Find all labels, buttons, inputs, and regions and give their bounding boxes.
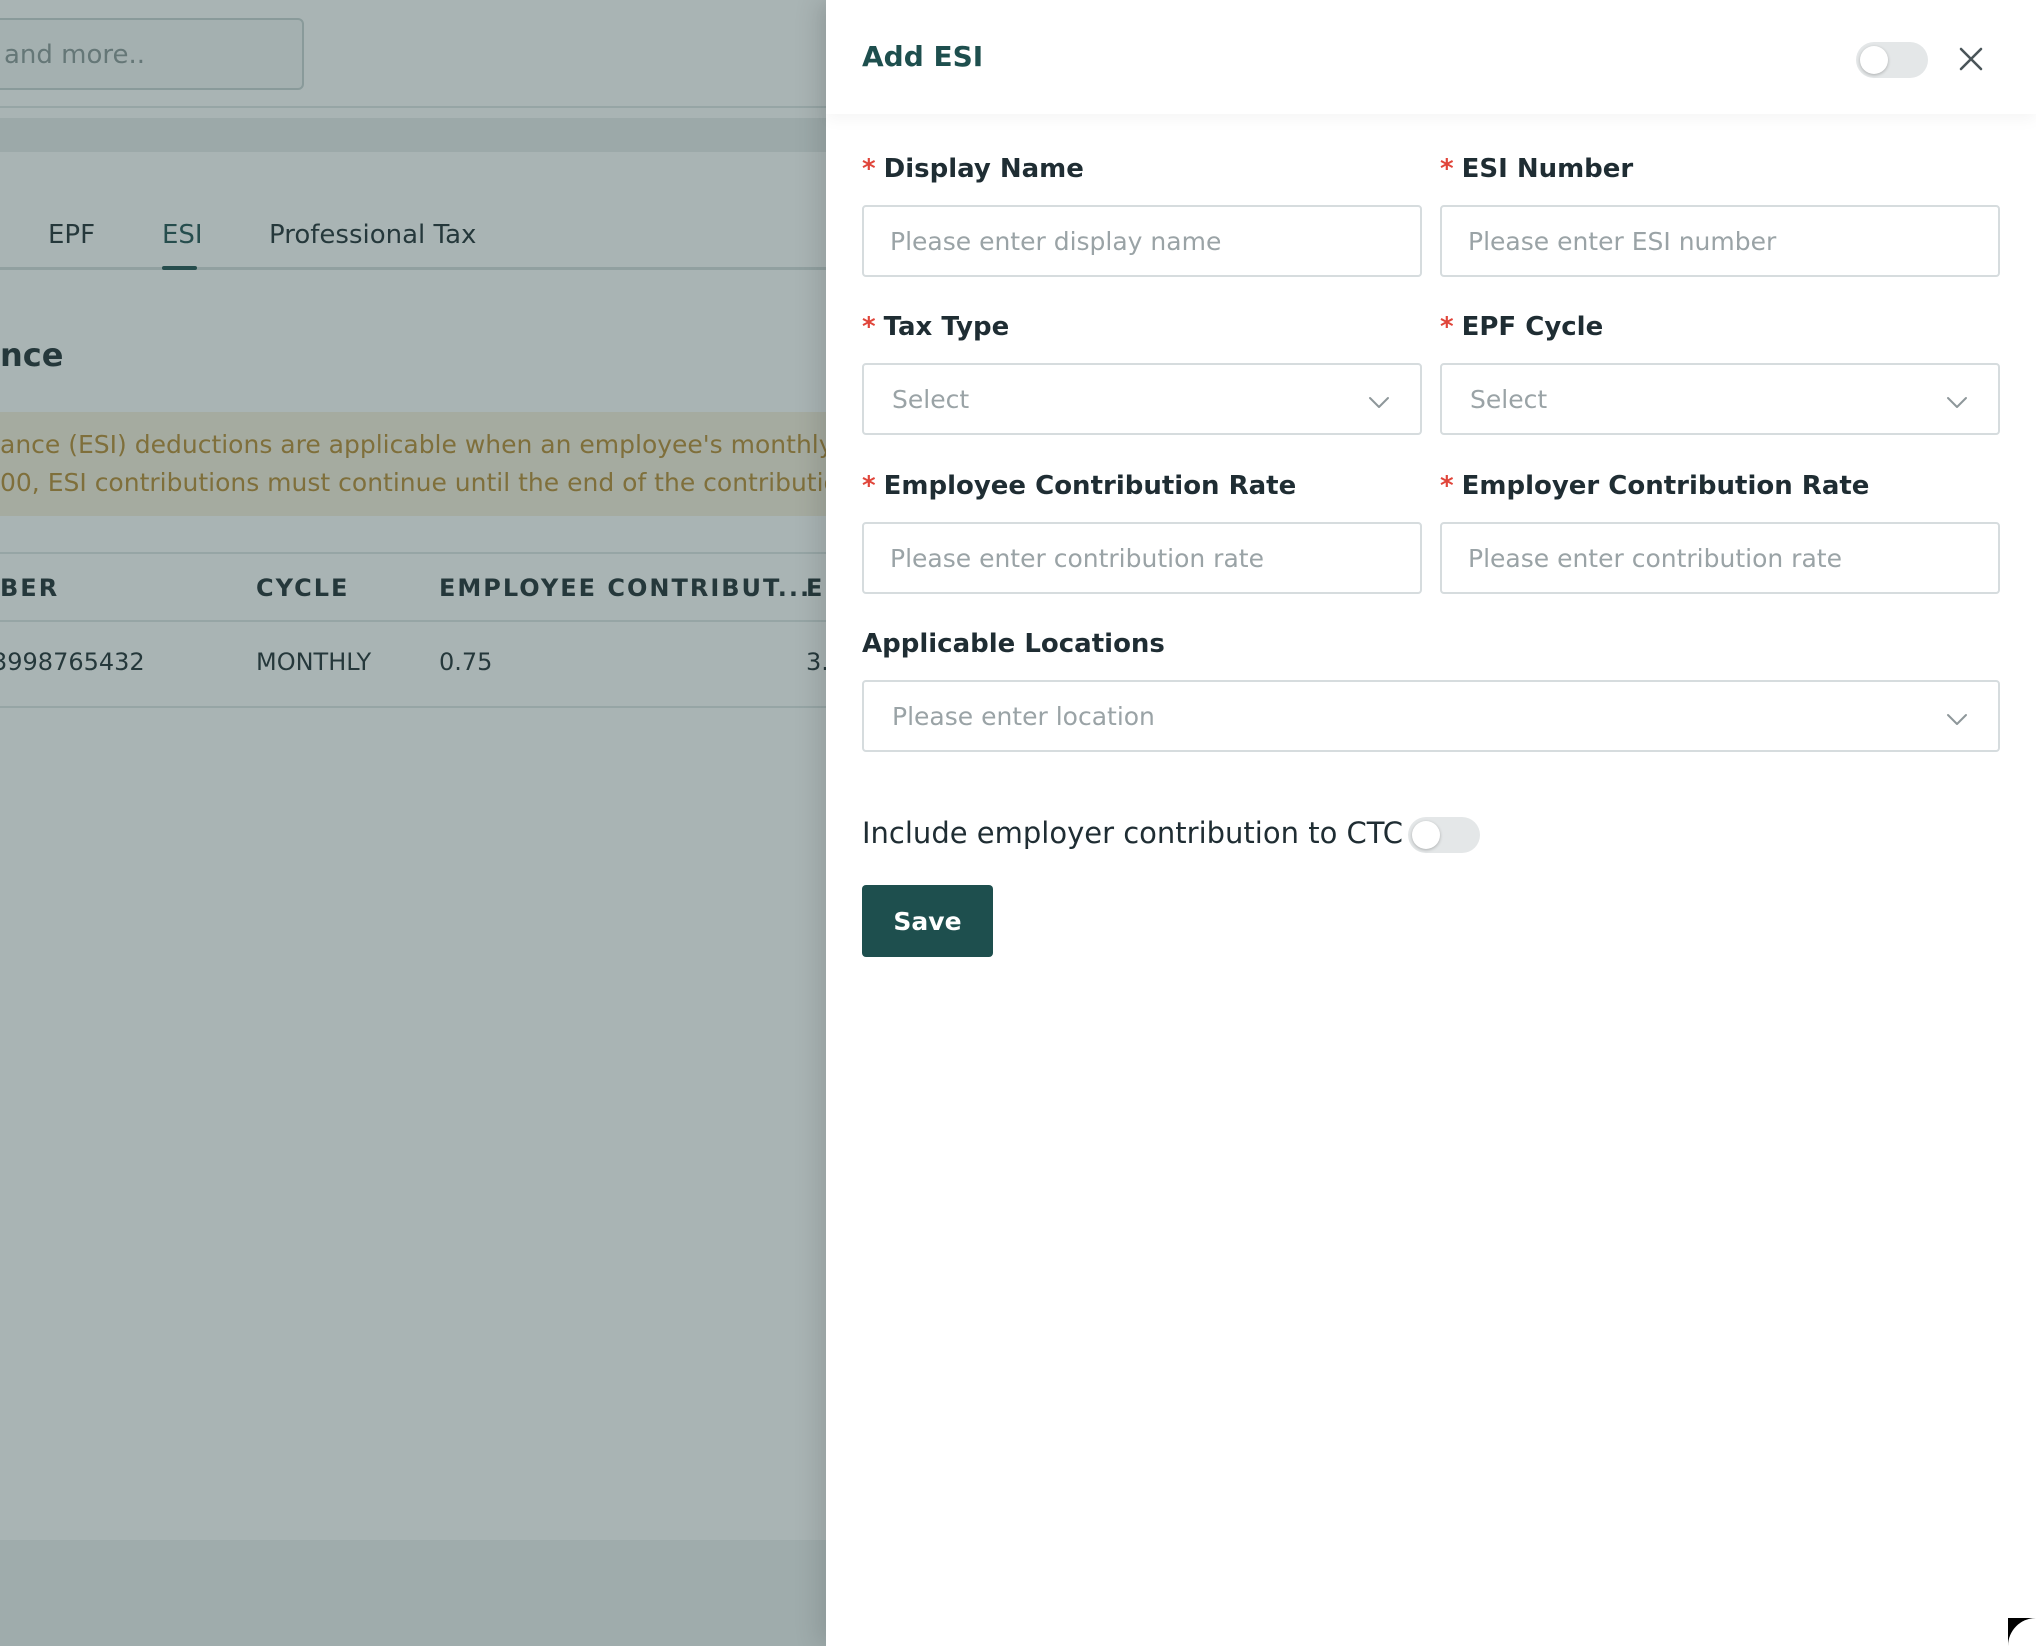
employee-contribution-rate-input[interactable] <box>862 522 1422 594</box>
required-mark: * <box>862 312 876 342</box>
esi-number-label: * ESI Number <box>1440 154 1633 184</box>
add-esi-drawer: Add ESI *Display Name *ESI Number *Tax T… <box>826 0 2036 1646</box>
epf-cycle-placeholder: Select <box>1470 385 1548 414</box>
tax-type-label: * Tax Type <box>862 312 1009 342</box>
save-button[interactable]: Save <box>862 885 993 957</box>
applicable-locations-select[interactable]: Please enter location <box>862 680 2000 752</box>
header-toggle[interactable] <box>1856 42 1928 78</box>
display-name-input[interactable] <box>862 205 1422 277</box>
ctc-toggle-label: Include employer contribution to CTC <box>862 816 1404 850</box>
toggle-knob <box>1860 46 1888 74</box>
close-icon[interactable] <box>1952 40 1990 78</box>
applicable-locations-label: Applicable Locations <box>862 629 1165 659</box>
chevron-down-icon <box>1947 397 1967 408</box>
tax-type-placeholder: Select <box>892 385 970 414</box>
display-name-label: * Display Name <box>862 154 1084 184</box>
epf-cycle-label: * EPF Cycle <box>1440 312 1603 342</box>
modal-overlay[interactable] <box>0 0 826 1646</box>
required-mark: * <box>862 471 876 501</box>
drawer-title: Add ESI <box>862 40 984 73</box>
locations-placeholder: Please enter location <box>892 702 1155 731</box>
esi-number-label-text: ESI Number <box>1461 154 1634 184</box>
tax-type-label-text: Tax Type <box>883 312 1010 342</box>
display-name-label-text: Display Name <box>883 154 1084 184</box>
chevron-down-icon <box>1947 714 1967 725</box>
include-employer-contribution-toggle[interactable] <box>1408 817 1480 853</box>
epf-cycle-label-text: EPF Cycle <box>1461 312 1604 342</box>
employer-contribution-rate-input[interactable] <box>1440 522 2000 594</box>
esi-number-input[interactable] <box>1440 205 2000 277</box>
required-mark: * <box>1440 154 1454 184</box>
chevron-down-icon <box>1369 397 1389 408</box>
employee-rate-label: * Employee Contribution Rate <box>862 471 1296 501</box>
employee-rate-label-text: Employee Contribution Rate <box>883 471 1297 501</box>
required-mark: * <box>1440 312 1454 342</box>
drawer-header: Add ESI <box>826 0 2036 114</box>
epf-cycle-select[interactable]: Select <box>1440 363 2000 435</box>
required-mark: * <box>1440 471 1454 501</box>
window-corner <box>2008 1618 2036 1646</box>
required-mark: * <box>862 154 876 184</box>
employer-rate-label: * Employer Contribution Rate <box>1440 471 1869 501</box>
tax-type-select[interactable]: Select <box>862 363 1422 435</box>
toggle-knob <box>1412 821 1440 849</box>
employer-rate-label-text: Employer Contribution Rate <box>1461 471 1870 501</box>
